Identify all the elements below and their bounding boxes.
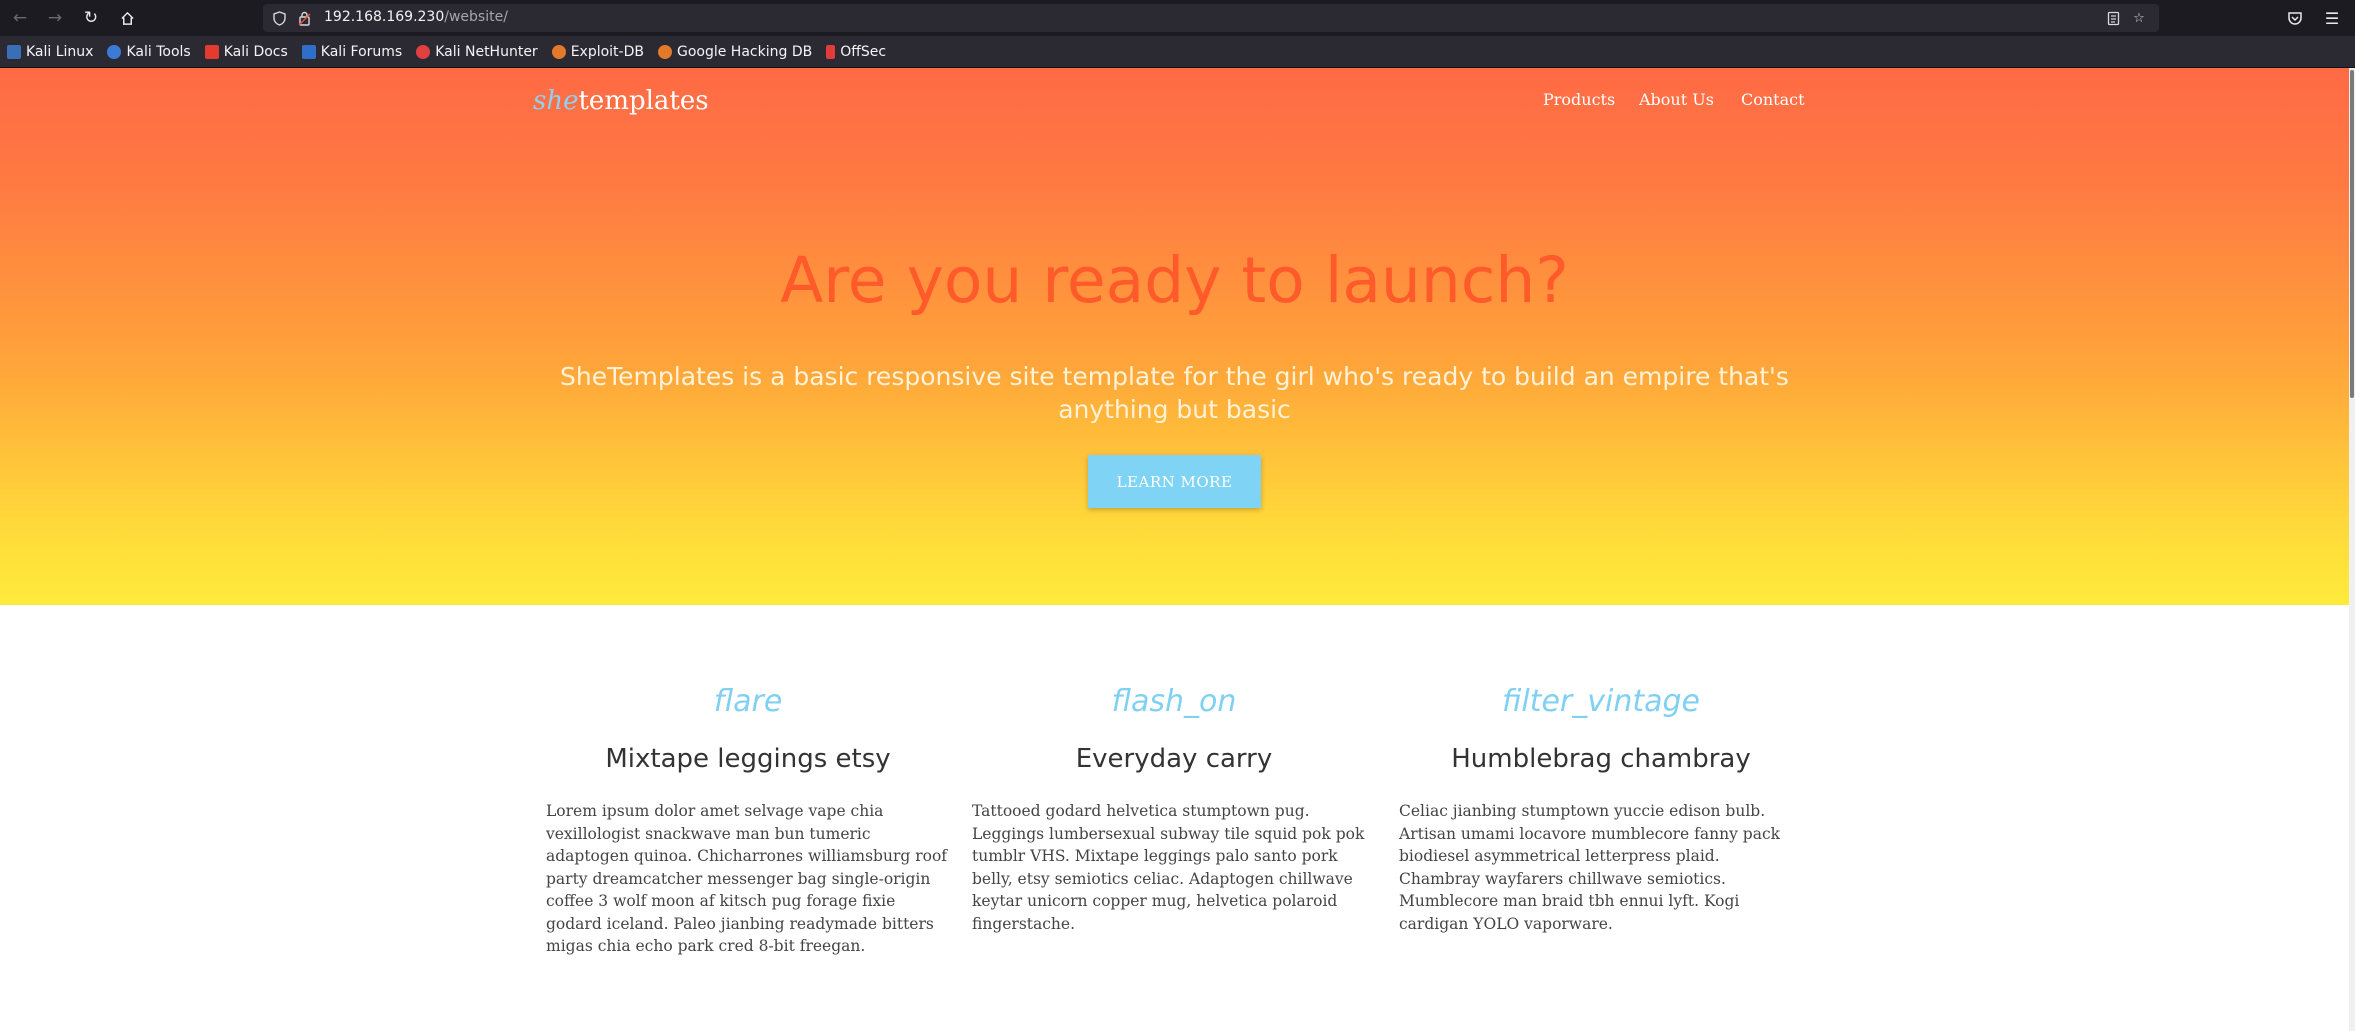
logo-she: she <box>533 86 579 116</box>
feature-text: Tattooed godard helvetica stumptown pug.… <box>972 802 1365 933</box>
url-host: 192.168.169.230 <box>324 9 445 25</box>
bookmark-exploit-db[interactable]: Exploit-DB <box>551 43 644 60</box>
reload-icon[interactable]: ↻ <box>77 4 105 32</box>
nethunter-icon <box>416 44 431 59</box>
bookmark-label: Kali Tools <box>126 43 191 60</box>
bookmark-star-icon[interactable]: ☆ <box>2129 8 2149 28</box>
home-icon[interactable] <box>113 4 141 32</box>
filter-vintage-icon: filter_vintage <box>1501 684 1701 719</box>
forward-arrow-icon[interactable]: → <box>41 4 69 32</box>
nav-products[interactable]: Products <box>1543 90 1615 109</box>
bookmark-kali-linux[interactable]: Kali Linux <box>7 44 93 60</box>
offsec-icon <box>826 44 836 59</box>
bookmark-label: Kali NetHunter <box>435 43 538 60</box>
bookmark-offsec[interactable]: OffSec <box>826 44 886 60</box>
bookmark-kali-nethunter[interactable]: Kali NetHunter <box>416 43 538 60</box>
nav-about[interactable]: About Us <box>1639 90 1714 109</box>
address-bar[interactable]: 192.168.169.230/website/ ☆ <box>263 4 2159 32</box>
scrollbar-thumb[interactable] <box>2350 70 2354 398</box>
logo-templates: templates <box>578 86 709 116</box>
bookmark-label: Kali Linux <box>26 43 94 60</box>
bookmark-google-hacking-db[interactable]: Google Hacking DB <box>657 43 813 60</box>
bookmark-label: Exploit-DB <box>570 43 644 60</box>
bookmark-label: Kali Docs <box>223 43 288 60</box>
feature-title: Everyday carry <box>1075 744 1273 774</box>
url-text[interactable]: 192.168.169.230/website/ <box>324 9 508 25</box>
kali-tools-icon <box>107 44 122 59</box>
exploit-db-icon <box>551 44 566 59</box>
reader-view-icon[interactable] <box>2103 8 2123 28</box>
feature-column: flash_on Everyday carry Tattooed godard … <box>972 684 1376 935</box>
bookmark-label: Kali Forums <box>320 43 403 60</box>
url-path: /website/ <box>444 9 508 25</box>
bookmark-label: OffSec <box>840 43 887 60</box>
browser-toolbar: ← → ↻ 192.168.169.230/website/ ☆ ☰ <box>0 0 2355 36</box>
flash-on-icon: flash_on <box>1111 684 1237 719</box>
bookmark-kali-docs[interactable]: Kali Docs <box>204 43 288 60</box>
hero-title: Are you ready to launch? <box>780 244 1569 317</box>
site-logo[interactable]: shetemplates <box>533 86 709 116</box>
kali-forums-icon <box>301 44 316 59</box>
bookmarks-bar: Kali Linux Kali Tools Kali Docs Kali For… <box>0 36 2355 68</box>
kali-docs-icon <box>204 44 219 59</box>
insecure-lock-icon[interactable] <box>294 8 314 28</box>
feature-column: flare Mixtape leggings etsy Lorem ipsum … <box>546 684 950 958</box>
feature-title: Mixtape leggings etsy <box>605 744 891 774</box>
bookmark-label: Google Hacking DB <box>676 43 813 60</box>
flare-icon: flare <box>713 684 783 719</box>
ghdb-icon <box>657 44 672 59</box>
nav-contact[interactable]: Contact <box>1741 90 1805 109</box>
hero-section: shetemplates Products About Us Contact A… <box>0 68 2349 605</box>
bookmark-kali-forums[interactable]: Kali Forums <box>301 43 403 60</box>
back-arrow-icon[interactable]: ← <box>6 4 34 32</box>
feature-text: Celiac jianbing stumptown yuccie edison … <box>1399 802 1781 933</box>
bookmark-kali-tools[interactable]: Kali Tools <box>107 43 191 60</box>
feature-title: Humblebrag chambray <box>1451 744 1751 774</box>
shield-icon[interactable] <box>269 8 289 28</box>
learn-more-button[interactable]: LEARN MORE <box>1088 455 1261 508</box>
feature-column: filter_vintage Humblebrag chambray Celia… <box>1399 684 1803 935</box>
hamburger-menu-icon[interactable]: ☰ <box>2318 4 2346 32</box>
hero-subtitle: SheTemplates is a basic responsive site … <box>560 362 1789 424</box>
feature-text: Lorem ipsum dolor amet selvage vape chia… <box>546 802 948 955</box>
kali-dragon-icon <box>7 44 21 59</box>
pocket-icon[interactable] <box>2281 4 2309 32</box>
